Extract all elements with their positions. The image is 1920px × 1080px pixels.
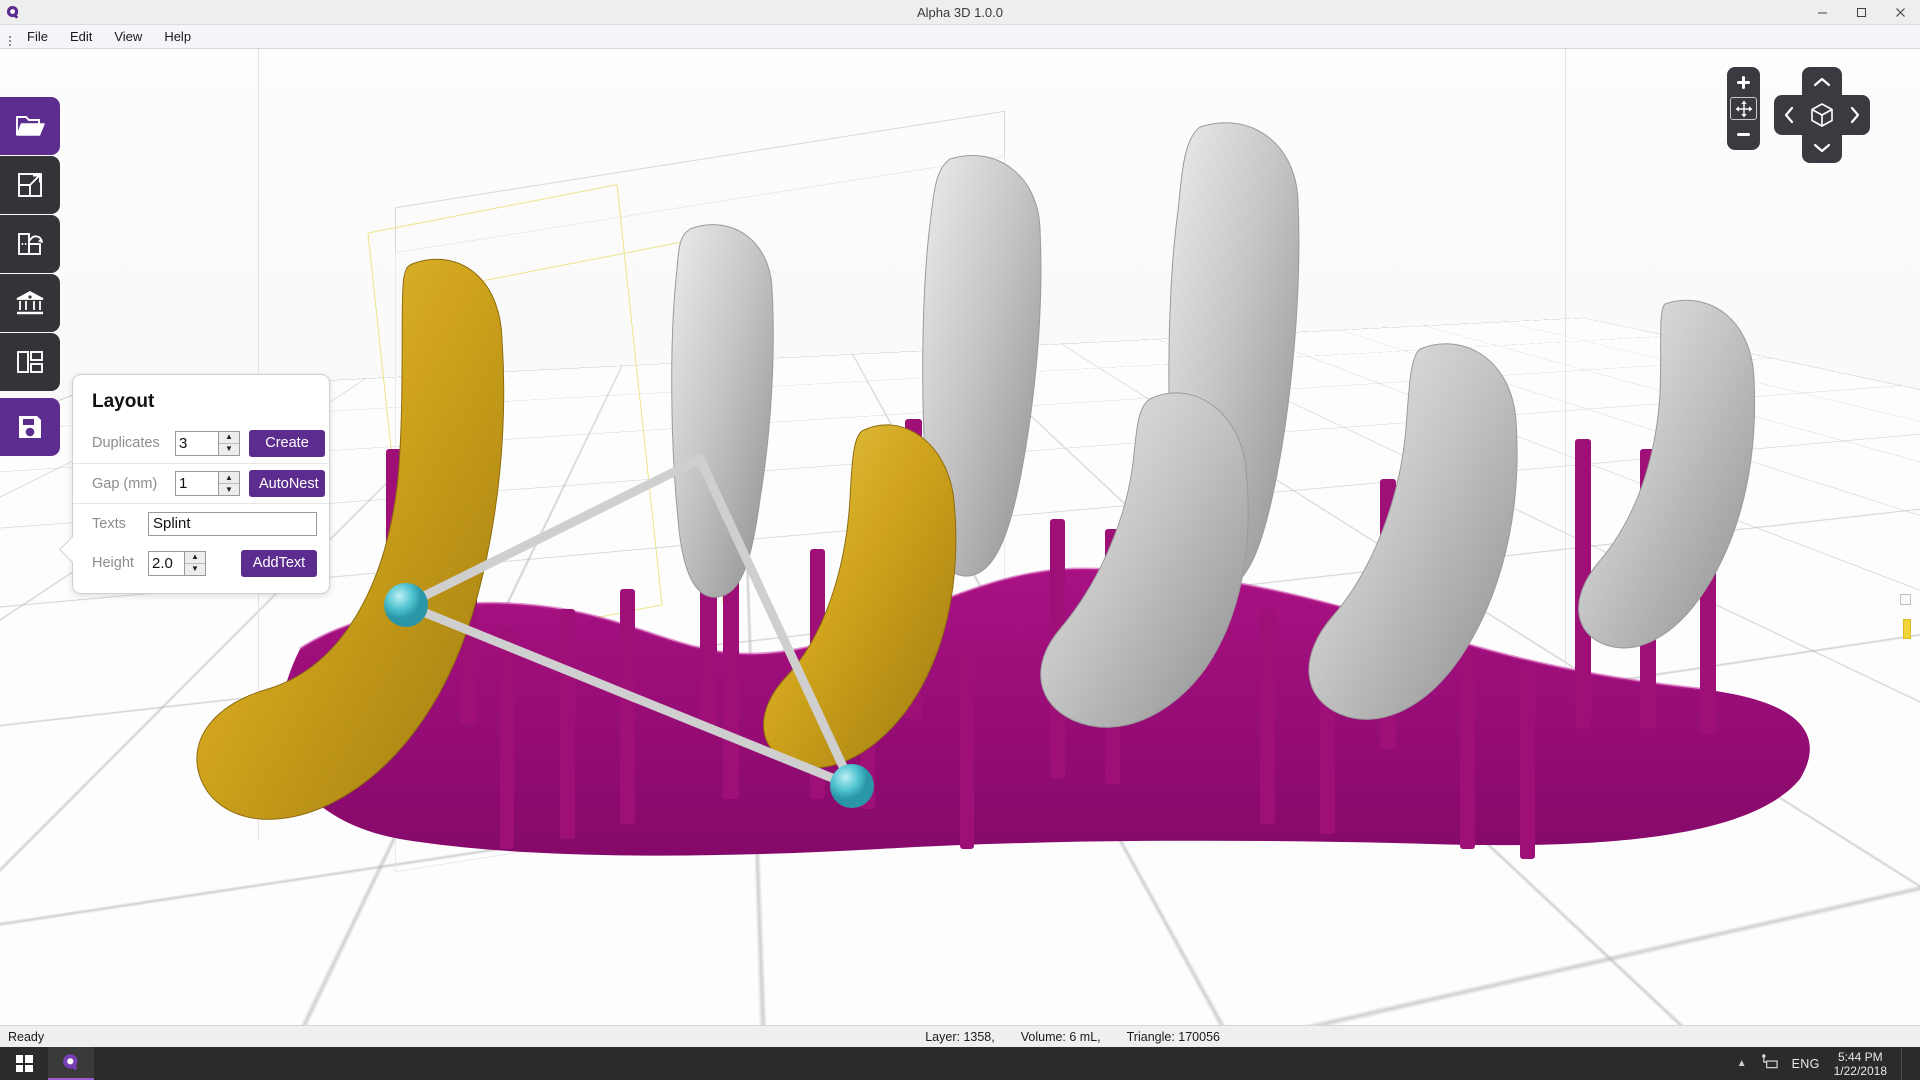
chevron-down-icon[interactable]	[1802, 135, 1842, 161]
dental-model-gray-1	[672, 225, 774, 598]
height-input[interactable]	[149, 552, 184, 575]
dental-model-gray-6	[1579, 300, 1755, 648]
menu-item-view[interactable]: View	[103, 26, 153, 48]
duplicates-spin-up[interactable]: ▲	[219, 432, 239, 444]
zoom-in-button[interactable]	[1730, 71, 1757, 94]
duplicates-spin-buttons[interactable]: ▲ ▼	[218, 432, 239, 455]
window-controls	[1803, 0, 1920, 25]
zoom-out-button[interactable]	[1730, 123, 1757, 146]
orient-arrow-icon	[16, 171, 44, 199]
status-ready: Ready	[0, 1030, 44, 1044]
sidebar-item-supports-generate[interactable]	[0, 274, 60, 332]
duplicates-stepper[interactable]: ▲ ▼	[175, 431, 240, 456]
edge-square-marker[interactable]	[1900, 594, 1911, 605]
taskbar: ▲ ENG 5:44 PM 1/22/2018	[0, 1047, 1920, 1080]
create-button[interactable]: Create	[249, 430, 325, 457]
view-navigation-widget	[1727, 67, 1870, 163]
texts-label: Texts	[92, 516, 139, 532]
menu-grip-icon	[4, 25, 16, 49]
edge-pen-marker[interactable]	[1903, 619, 1911, 639]
taskbar-clock[interactable]: 5:44 PM 1/22/2018	[1834, 1050, 1887, 1078]
sidebar-item-open-project[interactable]	[0, 97, 60, 155]
viewport-3d[interactable]: Layout Duplicates ▲ ▼ Create Gap (mm)	[0, 49, 1920, 1025]
system-tray: ▲ ENG 5:44 PM 1/22/2018	[1737, 1047, 1920, 1080]
duplicates-label: Duplicates	[92, 435, 166, 451]
panel-title: Layout	[73, 387, 329, 423]
status-bar: Ready Layer: 1358, Volume: 6 mL, Triangl…	[0, 1025, 1920, 1047]
network-icon[interactable]	[1761, 1054, 1778, 1073]
gap-row: Gap (mm) ▲ ▼ AutoNest	[73, 463, 329, 503]
pan-move-icon[interactable]	[1730, 97, 1757, 120]
sidebar-item-rotate-model[interactable]	[0, 215, 60, 273]
tray-expand-chevron-icon[interactable]: ▲	[1737, 1058, 1747, 1069]
window-title: Alpha 3D 1.0.0	[0, 0, 1920, 25]
sidebar-item-save-project[interactable]	[0, 398, 60, 456]
menu-item-edit[interactable]: Edit	[59, 26, 103, 48]
height-row: Height ▲ ▼ AddText	[73, 543, 329, 583]
title-bar: Alpha 3D 1.0.0	[0, 0, 1920, 25]
height-stepper[interactable]: ▲ ▼	[148, 551, 206, 576]
clock-time: 5:44 PM	[1834, 1050, 1887, 1064]
status-volume: Volume: 6 mL,	[1021, 1030, 1101, 1044]
minimize-button[interactable]	[1803, 0, 1842, 25]
height-spin-down[interactable]: ▼	[185, 564, 205, 575]
measurement-handle-start[interactable]	[384, 583, 428, 627]
language-indicator[interactable]: ENG	[1792, 1057, 1820, 1071]
duplicates-input[interactable]	[176, 432, 218, 455]
clock-date: 1/22/2018	[1834, 1064, 1887, 1078]
gap-spin-buttons[interactable]: ▲ ▼	[218, 472, 239, 495]
windows-start-icon[interactable]	[0, 1047, 48, 1080]
zoom-controls	[1727, 67, 1760, 150]
gap-spin-up[interactable]: ▲	[219, 472, 239, 484]
viewport-edge-markers	[1898, 49, 1916, 1025]
height-spin-buttons[interactable]: ▲ ▼	[184, 552, 205, 575]
chevron-left-icon[interactable]	[1776, 95, 1802, 135]
measurement-handle-end[interactable]	[830, 764, 874, 808]
menu-item-help[interactable]: Help	[153, 26, 202, 48]
folder-open-icon	[15, 113, 45, 139]
layout-panel: Layout Duplicates ▲ ▼ Create Gap (mm)	[72, 374, 330, 594]
pillars-bank-icon	[15, 289, 45, 317]
layout-panels-icon	[16, 349, 44, 375]
texts-row: Texts	[73, 503, 329, 543]
show-desktop-button[interactable]	[1901, 1047, 1908, 1080]
left-toolbar	[0, 97, 62, 457]
alpha3d-taskbar-icon[interactable]	[48, 1047, 94, 1080]
view-cube-icon[interactable]	[1802, 95, 1842, 135]
addtext-button[interactable]: AddText	[241, 550, 317, 577]
chevron-right-icon[interactable]	[1842, 95, 1868, 135]
duplicates-row: Duplicates ▲ ▼ Create	[73, 423, 329, 463]
maximize-button[interactable]	[1842, 0, 1881, 25]
status-metrics: Layer: 1358, Volume: 6 mL, Triangle: 170…	[925, 1030, 1920, 1044]
status-layer: Layer: 1358,	[925, 1030, 995, 1044]
texts-input[interactable]	[149, 513, 316, 535]
gap-input[interactable]	[176, 472, 218, 495]
chevron-up-icon[interactable]	[1802, 69, 1842, 95]
rotate-model-icon	[16, 230, 44, 258]
gap-spin-down[interactable]: ▼	[219, 484, 239, 495]
sidebar-item-orient-model[interactable]	[0, 156, 60, 214]
gap-label: Gap (mm)	[92, 476, 166, 492]
application-window: Alpha 3D 1.0.0 File Edit View Help	[0, 0, 1920, 1080]
close-button[interactable]	[1881, 0, 1920, 25]
menu-bar: File Edit View Help	[0, 25, 1920, 49]
duplicates-spin-down[interactable]: ▼	[219, 444, 239, 455]
sidebar-item-layout-arrange[interactable]	[0, 333, 60, 391]
orbit-dpad	[1774, 67, 1870, 163]
menu-item-file[interactable]: File	[16, 26, 59, 48]
height-spin-up[interactable]: ▲	[185, 552, 205, 564]
height-label: Height	[92, 555, 139, 571]
floppy-save-icon	[16, 413, 44, 441]
gap-stepper[interactable]: ▲ ▼	[175, 471, 240, 496]
autonest-button[interactable]: AutoNest	[249, 470, 325, 497]
texts-field[interactable]	[148, 512, 317, 536]
status-triangle: Triangle: 170056	[1127, 1030, 1220, 1044]
